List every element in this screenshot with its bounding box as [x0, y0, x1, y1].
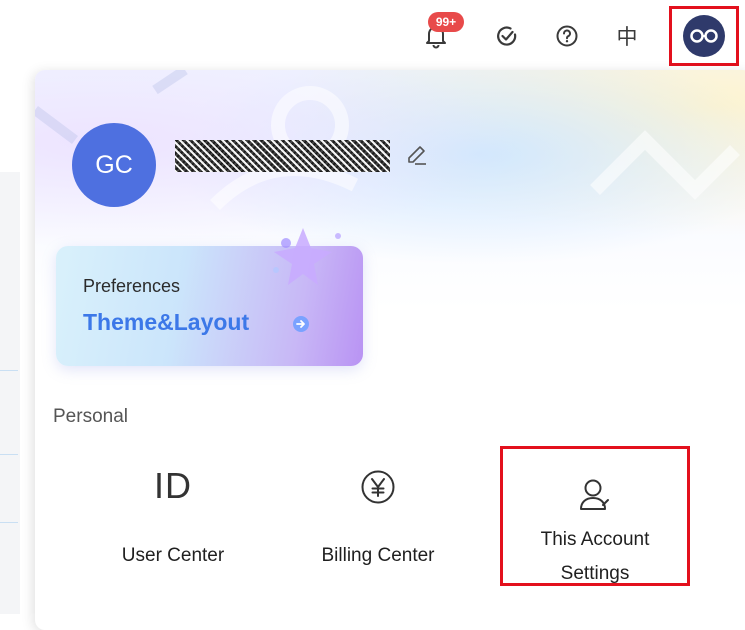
background-divider	[0, 522, 18, 523]
id-icon: ID	[154, 465, 192, 506]
user-center-label: User Center	[121, 545, 225, 566]
billing-center-item[interactable]: Billing Center	[288, 465, 468, 585]
account-avatar-button[interactable]	[669, 6, 739, 66]
section-label-personal: Personal	[53, 406, 128, 427]
user-avatar: GC	[72, 123, 156, 207]
sparkle-decoration-icon	[273, 228, 341, 285]
account-settings-label-line1: This Account	[540, 529, 650, 550]
top-bar: 99+ 中	[0, 0, 745, 70]
notification-badge: 99+	[428, 12, 464, 32]
yen-circle-icon	[288, 465, 468, 509]
user-center-item[interactable]: ID User Center	[83, 465, 263, 585]
billing-center-label: Billing Center	[321, 545, 435, 566]
background-divider	[0, 370, 18, 371]
avatar-icon	[683, 15, 725, 57]
account-settings-item[interactable]: This Account Settings	[500, 446, 690, 586]
language-switch[interactable]: 中	[609, 18, 645, 54]
theme-layout-link[interactable]: Theme&Layout	[83, 309, 249, 336]
user-edit-icon	[503, 461, 687, 513]
task-check-icon[interactable]	[489, 18, 525, 54]
account-settings-label-line2: Settings	[560, 563, 630, 584]
username-redacted: redacted	[175, 140, 390, 172]
pencil-icon[interactable]	[403, 142, 431, 170]
account-dropdown-panel: GC redacted Preferences Theme&Layout Per…	[35, 70, 745, 630]
background-divider	[0, 454, 18, 455]
background-page-edge	[0, 172, 20, 614]
help-icon[interactable]	[549, 18, 585, 54]
preferences-title: Preferences	[83, 276, 181, 296]
arrow-right-circle-icon[interactable]	[291, 314, 311, 334]
